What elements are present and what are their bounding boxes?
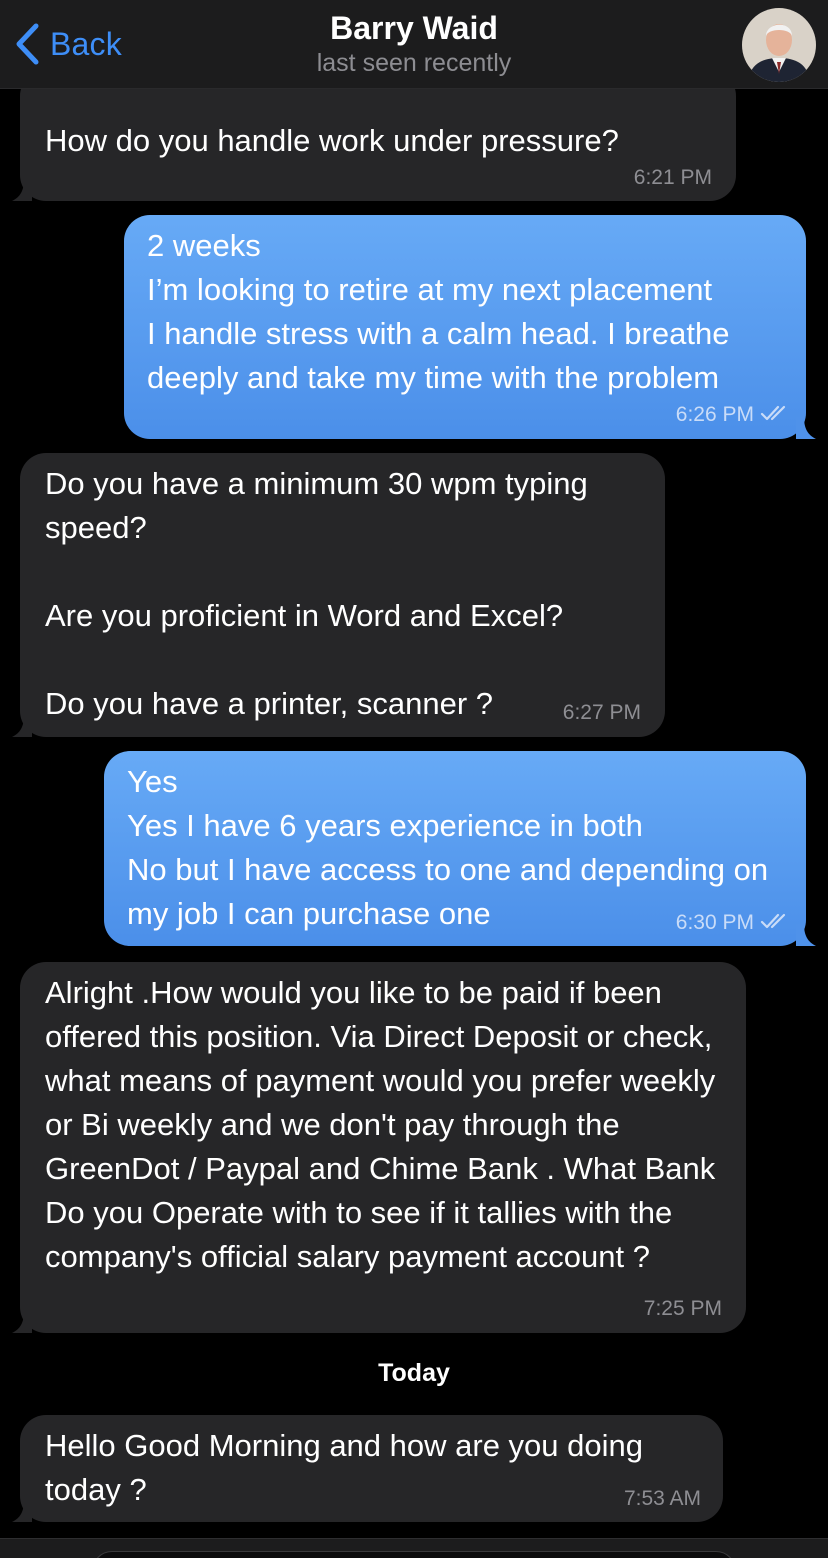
message-text: How do you handle work under pressure? <box>45 123 619 158</box>
contact-title[interactable]: Barry Waid last seen recently <box>200 8 628 78</box>
message-text: Yes Yes I have 6 years experience in bot… <box>127 764 769 931</box>
message-bubble[interactable]: Hello Good Morning and how are you doing… <box>12 1415 723 1522</box>
bubble-tail <box>796 924 816 946</box>
message-bubble[interactable]: How do you handle work under pressure? 6… <box>12 70 736 201</box>
message-bubble[interactable]: Yes Yes I have 6 years experience in bot… <box>104 751 816 946</box>
read-double-check-icon <box>760 406 786 421</box>
message-bubble[interactable]: Alright .How would you like to be paid i… <box>12 962 746 1333</box>
message-time: 6:26 PM <box>676 403 790 427</box>
message-time: 7:25 PM <box>643 1297 722 1320</box>
message-time: 6:30 PM <box>676 911 790 935</box>
bubble-tail <box>12 179 32 201</box>
contact-photo-icon <box>742 8 816 82</box>
message-text: Hello Good Morning and how are you doing… <box>45 1428 643 1507</box>
message-text: 2 weeks I’m looking to retire at my next… <box>147 228 730 395</box>
bubble-tail <box>12 1311 32 1333</box>
avatar[interactable] <box>742 8 816 82</box>
bubble-tail <box>796 417 816 439</box>
back-button[interactable]: Back <box>14 20 122 68</box>
message-input[interactable] <box>92 1551 736 1558</box>
read-double-check-icon <box>760 914 786 929</box>
message-time-label: 6:30 PM <box>675 911 754 934</box>
bubble-tail <box>12 715 32 737</box>
date-separator: Today <box>378 1359 450 1387</box>
chevron-left-icon <box>16 23 39 65</box>
contact-status: last seen recently <box>316 49 512 77</box>
back-label: Back <box>50 25 122 62</box>
message-bubble[interactable]: 2 weeks I’m looking to retire at my next… <box>124 215 816 439</box>
message-text: Alright .How would you like to be paid i… <box>45 975 716 1274</box>
message-time-label: 6:26 PM <box>675 403 754 426</box>
message-time: 7:53 AM <box>623 1487 701 1510</box>
message-bubble[interactable]: Do you have a minimum 30 wpm typing spee… <box>12 453 665 737</box>
chat-header: Back Barry Waid last seen recently <box>0 0 828 89</box>
chat-screen: Back Barry Waid last seen recently How d… <box>0 0 828 1558</box>
message-text: Do you have a minimum 30 wpm typing spee… <box>45 466 588 721</box>
message-time: 6:21 PM <box>633 166 712 189</box>
message-time: 6:27 PM <box>562 701 641 724</box>
message-input-bar <box>0 1538 828 1558</box>
contact-name: Barry Waid <box>330 10 498 46</box>
bubble-tail <box>12 1500 32 1522</box>
